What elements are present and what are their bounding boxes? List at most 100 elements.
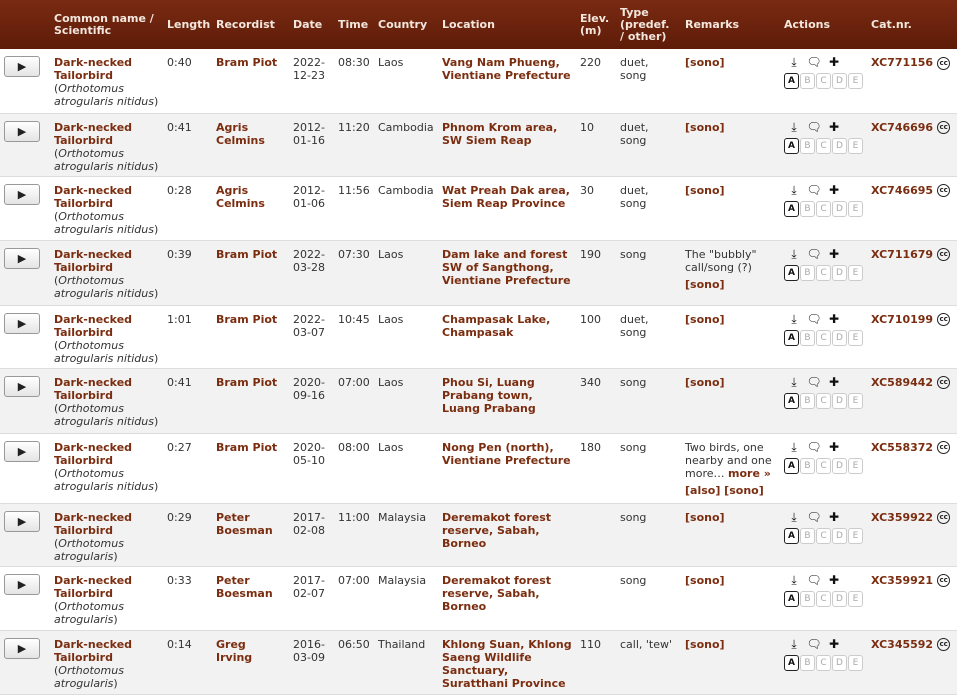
recordist-link[interactable]: Agris Celmins xyxy=(216,121,265,147)
location-link[interactable]: Phou Si, Luang Prabang town, Luang Praba… xyxy=(442,376,536,415)
grade-b-button[interactable]: B xyxy=(800,73,815,89)
add-to-set-icon[interactable]: ✚ xyxy=(824,183,844,197)
location-link[interactable]: Nong Pen (north), Vientiane Prefecture xyxy=(442,441,571,467)
sono-link[interactable]: [sono] xyxy=(685,376,725,389)
play-button[interactable]: ▶ xyxy=(4,375,40,397)
add-to-set-icon[interactable]: ✚ xyxy=(824,312,844,326)
grade-a-button[interactable]: A xyxy=(784,264,799,281)
grade-c-button[interactable]: C xyxy=(816,329,831,346)
download-icon[interactable]: ⤓ xyxy=(784,247,804,261)
grade-a-button[interactable]: A xyxy=(784,392,799,409)
add-to-set-icon[interactable]: ✚ xyxy=(824,573,844,587)
play-button[interactable]: ▶ xyxy=(4,56,40,77)
speech-bubble-icon[interactable]: 🗨 xyxy=(804,510,824,524)
catalogue-link[interactable]: XC746696 xyxy=(871,121,933,134)
grade-c-button[interactable]: C xyxy=(816,73,831,89)
cc-icon[interactable]: cc xyxy=(937,184,951,197)
grade-d-button[interactable]: D xyxy=(832,457,847,474)
grade-d-button[interactable]: D xyxy=(832,527,847,544)
species-link[interactable]: Dark-necked Tailorbird xyxy=(54,511,132,537)
grade-a-button[interactable]: A xyxy=(784,200,799,217)
grade-d-button[interactable]: D xyxy=(832,137,847,154)
grade-c-button[interactable]: C xyxy=(816,392,831,409)
add-to-set-icon[interactable]: ✚ xyxy=(824,375,844,389)
grade-c-button[interactable]: C xyxy=(816,654,831,671)
species-link[interactable]: Dark-necked Tailorbird xyxy=(54,574,132,600)
speech-bubble-icon[interactable]: 🗨 xyxy=(804,573,824,587)
grade-d-button[interactable]: D xyxy=(832,654,847,671)
species-link[interactable]: Dark-necked Tailorbird xyxy=(54,313,132,339)
cc-icon[interactable]: cc xyxy=(937,638,951,651)
grade-b-button[interactable]: B xyxy=(800,457,815,474)
sono-link[interactable]: [also] [sono] xyxy=(685,484,764,497)
cc-icon[interactable]: cc xyxy=(937,574,951,587)
play-button[interactable]: ▶ xyxy=(4,183,40,205)
grade-b-button[interactable]: B xyxy=(800,137,815,154)
grade-c-button[interactable]: C xyxy=(816,527,831,544)
sono-link[interactable]: [sono] xyxy=(685,184,725,197)
grade-b-button[interactable]: B xyxy=(800,590,815,607)
catalogue-link[interactable]: XC359922 xyxy=(871,511,933,524)
download-icon[interactable]: ⤓ xyxy=(784,56,804,69)
grade-e-button[interactable]: E xyxy=(848,392,863,409)
play-button[interactable]: ▶ xyxy=(4,247,40,269)
download-icon[interactable]: ⤓ xyxy=(784,120,804,134)
speech-bubble-icon[interactable]: 🗨 xyxy=(804,637,824,651)
grade-e-button[interactable]: E xyxy=(848,200,863,217)
recordist-link[interactable]: Agris Celmins xyxy=(216,184,265,210)
catalogue-link[interactable]: XC359921 xyxy=(871,574,933,587)
col-recordist[interactable]: Recordist xyxy=(212,0,289,49)
cc-icon[interactable]: cc xyxy=(937,313,951,326)
catalogue-link[interactable]: XC746695 xyxy=(871,184,933,197)
catalogue-link[interactable]: XC589442 xyxy=(871,376,933,389)
cc-icon[interactable]: cc xyxy=(937,121,951,134)
grade-a-button[interactable]: A xyxy=(784,137,799,154)
species-link[interactable]: Dark-necked Tailorbird xyxy=(54,376,132,402)
grade-b-button[interactable]: B xyxy=(800,654,815,671)
grade-e-button[interactable]: E xyxy=(848,590,863,607)
add-to-set-icon[interactable]: ✚ xyxy=(824,247,844,261)
recordist-link[interactable]: Greg Irving xyxy=(216,638,252,664)
grade-e-button[interactable]: E xyxy=(848,329,863,346)
catalogue-link[interactable]: XC711679 xyxy=(871,248,933,261)
add-to-set-icon[interactable]: ✚ xyxy=(824,120,844,134)
cc-icon[interactable]: cc xyxy=(937,511,951,524)
grade-a-button[interactable]: A xyxy=(784,590,799,607)
sono-link[interactable]: [sono] xyxy=(685,511,725,524)
species-link[interactable]: Dark-necked Tailorbird xyxy=(54,56,132,82)
species-link[interactable]: Dark-necked Tailorbird xyxy=(54,184,132,210)
recordist-link[interactable]: Bram Piot xyxy=(216,56,277,69)
grade-e-button[interactable]: E xyxy=(848,264,863,281)
grade-c-button[interactable]: C xyxy=(816,137,831,154)
recordist-link[interactable]: Bram Piot xyxy=(216,441,277,454)
grade-e-button[interactable]: E xyxy=(848,457,863,474)
speech-bubble-icon[interactable]: 🗨 xyxy=(804,56,824,69)
grade-c-button[interactable]: C xyxy=(816,457,831,474)
species-link[interactable]: Dark-necked Tailorbird xyxy=(54,121,132,147)
species-link[interactable]: Dark-necked Tailorbird xyxy=(54,441,132,467)
add-to-set-icon[interactable]: ✚ xyxy=(824,440,844,454)
col-date[interactable]: Date xyxy=(289,0,334,49)
grade-a-button[interactable]: A xyxy=(784,654,799,671)
download-icon[interactable]: ⤓ xyxy=(784,510,804,524)
location-link[interactable]: Phnom Krom area, SW Siem Reap xyxy=(442,121,557,147)
grade-d-button[interactable]: D xyxy=(832,329,847,346)
more-link[interactable]: more » xyxy=(728,467,771,480)
grade-b-button[interactable]: B xyxy=(800,527,815,544)
col-time[interactable]: Time xyxy=(334,0,374,49)
sono-link[interactable]: [sono] xyxy=(685,56,725,69)
play-button[interactable]: ▶ xyxy=(4,440,40,462)
col-location[interactable]: Location xyxy=(438,0,576,49)
location-link[interactable]: Vang Nam Phueng, Vientiane Prefecture xyxy=(442,56,571,82)
play-button[interactable]: ▶ xyxy=(4,573,40,595)
location-link[interactable]: Deremakot forest reserve, Sabah, Borneo xyxy=(442,511,551,550)
download-icon[interactable]: ⤓ xyxy=(784,375,804,389)
grade-e-button[interactable]: E xyxy=(848,654,863,671)
grade-a-button[interactable]: A xyxy=(784,457,799,474)
sono-link[interactable]: [sono] xyxy=(685,574,725,587)
speech-bubble-icon[interactable]: 🗨 xyxy=(804,120,824,134)
recordist-link[interactable]: Bram Piot xyxy=(216,376,277,389)
cc-icon[interactable]: cc xyxy=(937,248,951,261)
grade-c-button[interactable]: C xyxy=(816,590,831,607)
col-catnr[interactable]: Cat.nr. xyxy=(867,0,957,49)
